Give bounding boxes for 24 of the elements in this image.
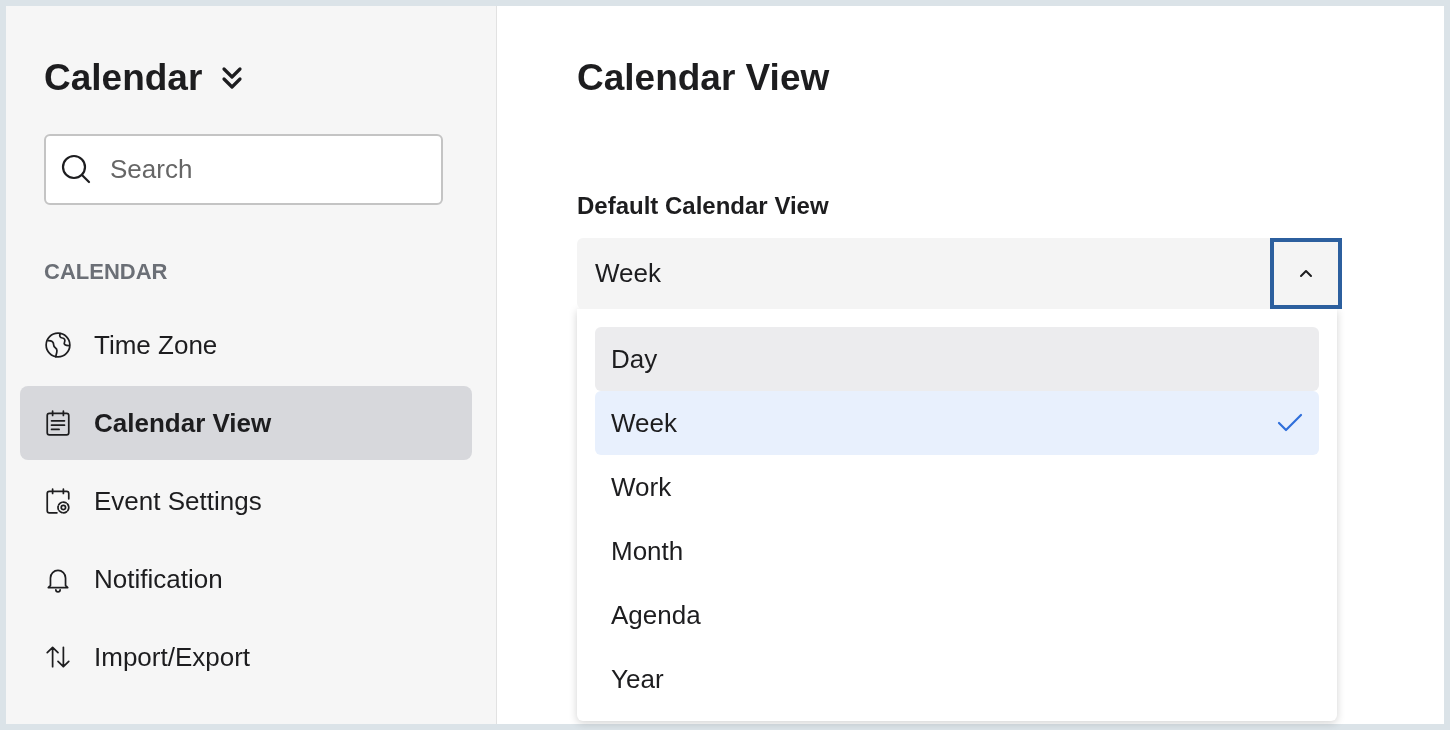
globe-icon (44, 331, 72, 360)
search-icon (60, 153, 92, 186)
dropdown-option[interactable]: Day (595, 327, 1319, 392)
app-title: Calendar (44, 56, 203, 100)
dropdown-option[interactable]: Year (595, 647, 1319, 712)
chevron-up-icon (1299, 268, 1313, 279)
dropdown-option[interactable]: Week (595, 391, 1319, 456)
sidebar-item[interactable]: Calendar View (20, 386, 472, 461)
dropdown-option[interactable]: Month (595, 519, 1319, 584)
checkmark-icon (1277, 413, 1303, 434)
sidebar-item[interactable]: Time Zone (20, 308, 472, 383)
field-label: Default Calendar View (577, 191, 830, 222)
sidebar-item[interactable]: Notification (20, 542, 472, 617)
section-heading: CALENDAR (44, 258, 169, 287)
toggle-button[interactable] (1270, 238, 1342, 310)
select-field[interactable]: Week (577, 238, 1342, 310)
calendar-icon (44, 409, 72, 438)
calendar-gear-icon (44, 487, 72, 516)
search-field[interactable]: Search (44, 134, 443, 206)
page-title: Calendar View (577, 56, 831, 100)
dropdown-option[interactable]: Work (595, 455, 1319, 520)
dropdown-option[interactable]: Agenda (595, 583, 1319, 648)
sidebar-item[interactable]: Event Settings (20, 464, 472, 539)
sidebar-item[interactable]: Import/Export (20, 620, 472, 695)
